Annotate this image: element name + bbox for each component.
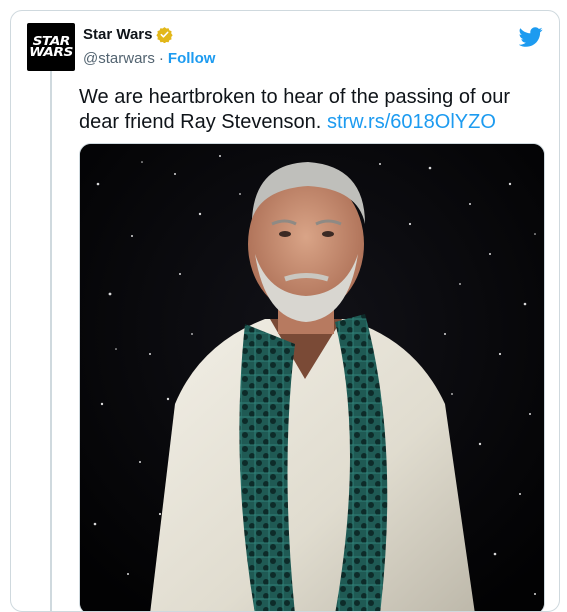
- handle[interactable]: @starwars: [83, 50, 155, 67]
- thread-line: [50, 71, 52, 611]
- portrait-image: [80, 144, 544, 611]
- tweet-link[interactable]: strw.rs/6018OlYZO: [327, 111, 496, 133]
- handle-row: @starwars · Follow: [83, 50, 215, 67]
- tweet-photo[interactable]: [79, 143, 545, 611]
- follow-button[interactable]: Follow: [168, 50, 216, 67]
- tweet-card[interactable]: STAR WARS Star Wars @starwars · Follow W…: [10, 10, 560, 612]
- verified-badge-icon: [156, 27, 174, 43]
- twitter-bird-icon[interactable]: [519, 25, 543, 49]
- tweet-text: We are heartbroken to hear of the passin…: [79, 85, 535, 135]
- display-name[interactable]: Star Wars: [83, 26, 152, 43]
- logo-text-wars: WARS: [29, 45, 73, 59]
- separator-dot: ·: [158, 50, 164, 67]
- avatar[interactable]: STAR WARS: [27, 23, 75, 71]
- author-name-row: Star Wars: [83, 26, 174, 43]
